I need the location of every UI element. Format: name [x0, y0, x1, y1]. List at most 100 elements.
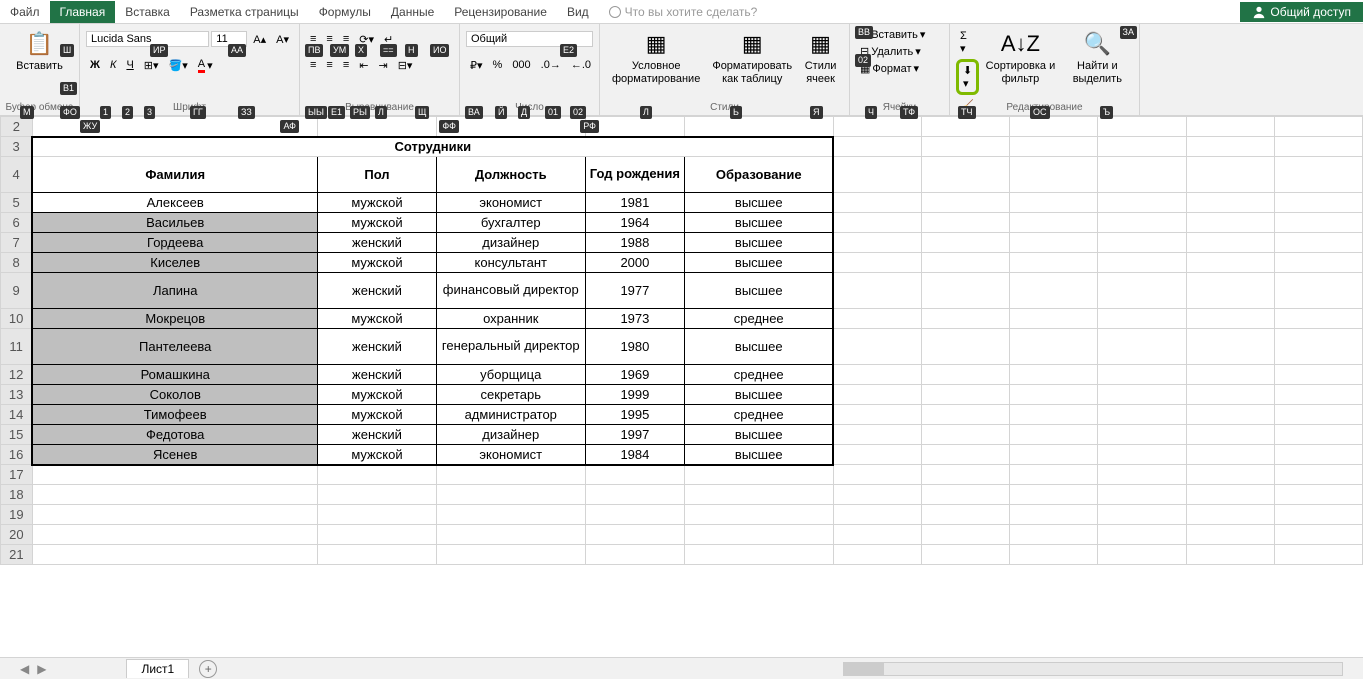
cell[interactable]	[922, 465, 1010, 485]
cell[interactable]	[1186, 425, 1274, 445]
cell[interactable]	[922, 253, 1010, 273]
cell[interactable]: 17	[1, 465, 33, 485]
cell[interactable]: 21	[1, 545, 33, 565]
cell[interactable]	[833, 329, 921, 365]
decrease-font-button[interactable]: A▾	[272, 31, 293, 48]
cell[interactable]: мужской	[318, 253, 437, 273]
cell[interactable]	[1274, 365, 1362, 385]
cell[interactable]: консультант	[436, 253, 585, 273]
cell[interactable]: мужской	[318, 405, 437, 425]
cell[interactable]	[1186, 273, 1274, 309]
cell[interactable]	[1274, 193, 1362, 213]
horizontal-scrollbar[interactable]	[843, 662, 1343, 676]
cell[interactable]	[1098, 157, 1186, 193]
cell[interactable]: высшее	[685, 385, 834, 405]
cell[interactable]	[32, 545, 317, 565]
cell[interactable]	[1186, 157, 1274, 193]
cell[interactable]	[1274, 505, 1362, 525]
cell[interactable]	[833, 445, 921, 465]
cell[interactable]: 18	[1, 485, 33, 505]
cell[interactable]	[1098, 505, 1186, 525]
cell[interactable]: генеральный директор	[436, 329, 585, 365]
cell[interactable]	[1010, 385, 1098, 405]
cell[interactable]	[1186, 465, 1274, 485]
cell[interactable]	[1274, 253, 1362, 273]
cell[interactable]	[1098, 193, 1186, 213]
increase-font-button[interactable]: A▴	[249, 31, 270, 48]
cell[interactable]	[922, 525, 1010, 545]
cell[interactable]: женский	[318, 273, 437, 309]
cell[interactable]	[1186, 505, 1274, 525]
cell[interactable]: экономист	[436, 445, 585, 465]
cell[interactable]	[922, 385, 1010, 405]
cell[interactable]: Тимофеев	[32, 405, 317, 425]
cell[interactable]	[585, 525, 684, 545]
currency-button[interactable]: ₽▾	[466, 57, 487, 74]
cell[interactable]	[1274, 525, 1362, 545]
cell[interactable]	[922, 193, 1010, 213]
align-center-button[interactable]: ≡	[322, 57, 336, 73]
cell[interactable]	[685, 465, 834, 485]
cell[interactable]: среднее	[685, 405, 834, 425]
cell[interactable]	[318, 505, 437, 525]
cell[interactable]: женский	[318, 233, 437, 253]
cell[interactable]	[1098, 329, 1186, 365]
cell[interactable]	[833, 365, 921, 385]
cell[interactable]	[1186, 329, 1274, 365]
cell[interactable]	[833, 525, 921, 545]
cell[interactable]: 6	[1, 213, 33, 233]
cell[interactable]: Ясенев	[32, 445, 317, 465]
cell[interactable]	[1098, 545, 1186, 565]
cell[interactable]	[922, 117, 1010, 137]
cell[interactable]	[1274, 233, 1362, 253]
cell[interactable]	[922, 273, 1010, 309]
cell[interactable]	[1098, 309, 1186, 329]
cell[interactable]	[922, 157, 1010, 193]
worksheet-grid[interactable]: 23Сотрудники4ФамилияПолДолжностьГод рожд…	[0, 116, 1363, 655]
cell[interactable]	[1186, 233, 1274, 253]
cell[interactable]	[1274, 157, 1362, 193]
cell[interactable]	[1098, 117, 1186, 137]
cell[interactable]	[1098, 445, 1186, 465]
cell[interactable]: 1984	[585, 445, 684, 465]
cell[interactable]	[318, 485, 437, 505]
cell[interactable]	[1010, 485, 1098, 505]
cell[interactable]	[1098, 465, 1186, 485]
cell[interactable]	[1098, 525, 1186, 545]
cell[interactable]: 11	[1, 329, 33, 365]
cell-styles-button[interactable]: ▦ Стили ячеек	[798, 26, 843, 88]
cell[interactable]: 5	[1, 193, 33, 213]
sheet-nav-prev[interactable]: ◀	[20, 662, 29, 676]
cell[interactable]	[1186, 485, 1274, 505]
cell[interactable]	[585, 545, 684, 565]
cell[interactable]: бухгалтер	[436, 213, 585, 233]
cell[interactable]	[1186, 545, 1274, 565]
cell[interactable]	[32, 117, 317, 137]
cell[interactable]	[1098, 485, 1186, 505]
cell[interactable]: женский	[318, 329, 437, 365]
cell[interactable]: мужской	[318, 309, 437, 329]
cell[interactable]	[833, 485, 921, 505]
percent-button[interactable]: %	[489, 57, 507, 73]
cell[interactable]	[32, 525, 317, 545]
cell[interactable]	[833, 385, 921, 405]
cell[interactable]: Васильев	[32, 213, 317, 233]
cell[interactable]: Гордеева	[32, 233, 317, 253]
cell[interactable]: 1981	[585, 193, 684, 213]
cell[interactable]	[1010, 505, 1098, 525]
fill-color-button[interactable]: 🪣▾	[165, 57, 192, 74]
cell[interactable]: 1988	[585, 233, 684, 253]
cell[interactable]	[1010, 233, 1098, 253]
fill-button[interactable]: ⬇ ▾ЗА	[956, 59, 979, 95]
cell[interactable]	[32, 485, 317, 505]
cell[interactable]: 1964	[585, 213, 684, 233]
cell[interactable]	[1010, 137, 1098, 157]
dec-decimal-button[interactable]: ←.0	[567, 57, 595, 73]
cell[interactable]: 1980	[585, 329, 684, 365]
cell[interactable]	[833, 157, 921, 193]
cell[interactable]	[1186, 137, 1274, 157]
cell[interactable]: Образование	[685, 157, 834, 193]
cell[interactable]: женский	[318, 365, 437, 385]
cell[interactable]	[922, 365, 1010, 385]
cell[interactable]	[833, 253, 921, 273]
